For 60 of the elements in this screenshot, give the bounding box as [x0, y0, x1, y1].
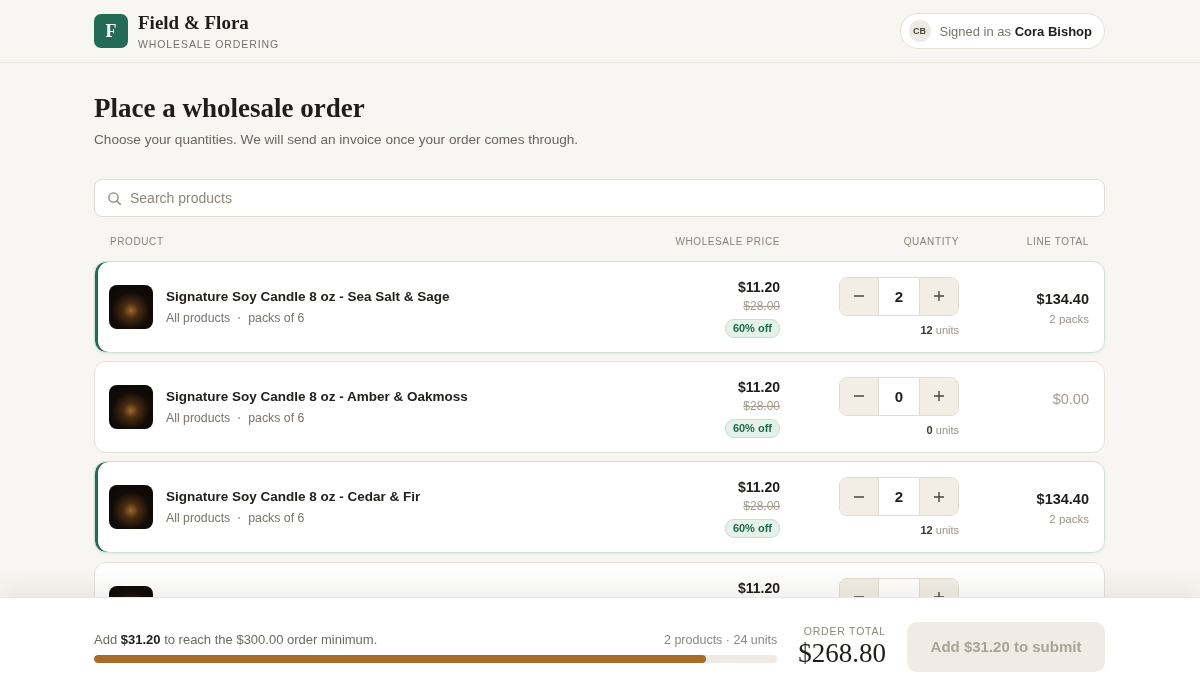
units-count: 12 units — [920, 523, 959, 538]
list-price: $28.00 — [743, 297, 780, 314]
plus-icon — [934, 391, 944, 402]
brand-tagline: WHOLESALE ORDERING — [138, 37, 280, 51]
units-count: 0 units — [926, 422, 959, 437]
order-summary: 2 products · 24 units — [664, 632, 778, 647]
page-subtitle: Choose your quantities. We will send an invoice once your order comes through. — [94, 131, 580, 149]
order-total-label: ORDER TOTAL — [803, 624, 886, 638]
column-header: WHOLESALE PRICE — [675, 235, 780, 249]
increase-button[interactable] — [920, 377, 958, 415]
wholesale-price: $11.20 — [737, 377, 780, 396]
decrease-button[interactable] — [840, 277, 878, 315]
order-total: $268.80 — [798, 638, 886, 669]
discount-badge: 60% off — [724, 318, 780, 338]
pack-count: 2 packs — [1049, 311, 1089, 326]
list-price: $28.00 — [743, 498, 780, 515]
pack-size: packs of 6 — [248, 309, 305, 326]
product-photo — [109, 284, 153, 329]
decrease-button[interactable] — [840, 377, 878, 415]
product-collection: All products — [166, 510, 231, 527]
wholesale-price: $11.20 — [737, 277, 780, 296]
quantity-field[interactable]: 0 — [878, 377, 920, 415]
product-collection: All products — [166, 309, 231, 326]
line-total: $134.40 — [1036, 289, 1089, 308]
wholesale-price: $11.20 — [737, 578, 780, 597]
brand-name: Field & Flora — [138, 11, 250, 34]
pack-count: 2 packs — [1049, 512, 1089, 527]
product-name: Signature Soy Candle 8 oz - Sea Salt & Sage — [166, 287, 450, 306]
search-field[interactable]: Search products — [94, 179, 1105, 217]
page-title: Place a wholesale order — [94, 92, 366, 124]
quantity-field[interactable]: 2 — [878, 277, 920, 315]
discount-badge: 60% off — [724, 418, 780, 438]
decrease-button[interactable] — [840, 478, 878, 516]
line-total: $134.40 — [1036, 490, 1089, 509]
product-photo — [109, 485, 153, 530]
quantity-field[interactable]: 2 — [878, 478, 920, 516]
user-pill[interactable]: CB Signed in as Cora Bishop — [899, 13, 1105, 49]
column-header: QUANTITY — [903, 235, 959, 249]
pack-size: packs of 6 — [248, 510, 305, 527]
increase-button[interactable] — [920, 277, 958, 315]
column-header: PRODUCT — [110, 235, 164, 249]
product-collection: All products — [166, 409, 231, 426]
pack-size: packs of 6 — [248, 409, 305, 426]
discount-badge: 60% off — [724, 519, 780, 539]
plus-icon — [934, 291, 944, 301]
plus-icon — [934, 491, 944, 502]
product-name: Signature Soy Candle 8 oz - Cedar & Fir — [166, 488, 421, 507]
search-icon — [108, 192, 121, 205]
line-total: $0.00 — [1052, 389, 1089, 408]
wholesale-price: $11.20 — [737, 478, 780, 497]
signed-in-text: Signed in as Cora Bishop — [939, 23, 1092, 39]
minimum-note: Add $31.20 to reach the $300.00 order minimum. — [94, 630, 378, 649]
units-count: 12 units — [920, 322, 959, 337]
logo-mark: F — [94, 14, 128, 48]
increase-button[interactable] — [920, 478, 958, 516]
list-price: $28.00 — [743, 397, 780, 414]
column-header: LINE TOTAL — [1026, 235, 1089, 249]
user-avatar: CB — [908, 20, 931, 42]
product-photo — [109, 384, 153, 429]
product-name: Signature Soy Candle 8 oz - Amber & Oakmoss — [166, 387, 468, 406]
